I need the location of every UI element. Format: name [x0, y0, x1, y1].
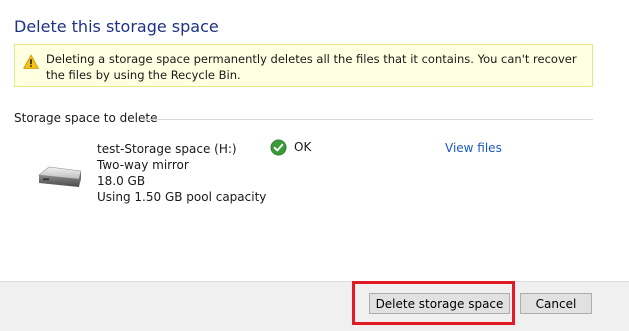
- cancel-button[interactable]: Cancel: [520, 293, 592, 314]
- warning-icon: [23, 54, 39, 69]
- warning-banner: Deleting a storage space permanently del…: [14, 44, 593, 87]
- drive-size: 18.0 GB: [97, 174, 146, 188]
- drive-details: test-Storage space (H:) Two-way mirror 1…: [97, 141, 266, 205]
- drive-usage: Using 1.50 GB pool capacity: [97, 190, 267, 204]
- drive-icon: [38, 166, 82, 187]
- drive-resiliency: Two-way mirror: [97, 158, 189, 172]
- footer-bar: Delete storage space Cancel: [0, 281, 629, 331]
- check-icon: [270, 139, 287, 156]
- drive-name: test-Storage space (H:): [97, 142, 237, 156]
- section-label: Storage space to delete: [14, 111, 158, 125]
- section-divider: [142, 119, 593, 120]
- delete-storage-space-button[interactable]: Delete storage space: [369, 293, 510, 314]
- warning-text: Deleting a storage space permanently del…: [46, 52, 577, 82]
- view-files-link[interactable]: View files: [445, 141, 502, 155]
- status-text: OK: [294, 140, 312, 154]
- page-title: Delete this storage space: [14, 17, 219, 36]
